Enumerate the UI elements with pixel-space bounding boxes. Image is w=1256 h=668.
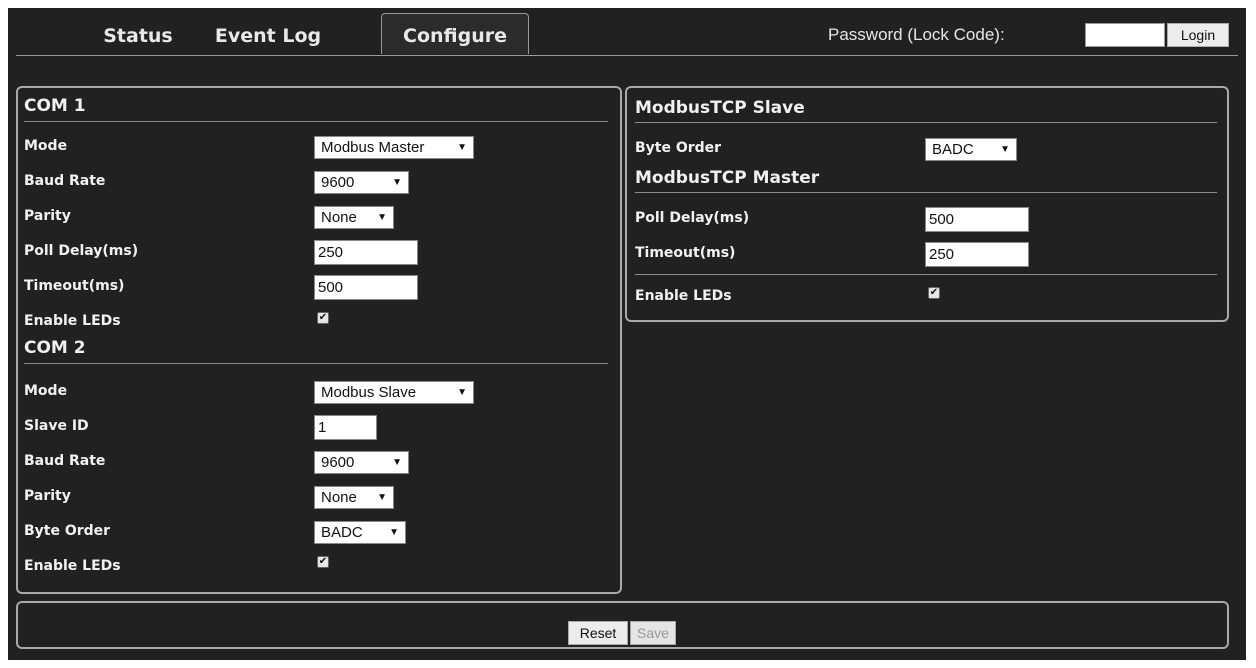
com1-timeout-input[interactable]: 500 [314,275,418,300]
com2-byte-order-label: Byte Order [24,523,111,539]
tcp-master-title: ModbusTCP Master [635,168,820,188]
app-window: Status Event Log Configure Password (Loc… [8,8,1246,660]
dropdown-arrow-icon: ▼ [377,492,387,503]
com2-byte-order-value: BADC [321,524,363,541]
tcp-master-timeout-label: Timeout(ms) [635,245,736,261]
reset-button[interactable]: Reset [568,621,628,645]
password-input[interactable] [1085,23,1165,47]
dropdown-arrow-icon: ▼ [377,212,387,223]
com2-title: COM 2 [24,338,86,358]
com1-enable-leds-label: Enable LEDs [24,313,121,329]
com1-parity-value: None [321,209,357,226]
tab-configure[interactable]: Configure [381,13,529,54]
tcp-slave-byte-order-value: BADC [932,141,974,158]
com1-title: COM 1 [24,96,86,116]
tcp-enable-leds-label: Enable LEDs [635,288,732,304]
com2-parity-label: Parity [24,488,71,504]
dropdown-arrow-icon: ▼ [457,142,467,153]
com1-baud-select[interactable]: 9600 ▼ [314,171,409,194]
checkmark-icon: ✔ [318,312,328,323]
tcp-master-divider [635,192,1217,193]
com2-baud-value: 9600 [321,454,355,471]
com1-mode-select[interactable]: Modbus Master ▼ [314,136,474,159]
dropdown-arrow-icon: ▼ [457,387,467,398]
com1-mode-value: Modbus Master [321,139,425,156]
com1-parity-select[interactable]: None ▼ [314,206,394,229]
com2-parity-select[interactable]: None ▼ [314,486,394,509]
com1-enable-leds-checkbox[interactable]: ✔ [317,312,329,324]
save-button[interactable]: Save [630,621,676,645]
tcp-master-poll-delay-input[interactable]: 500 [925,207,1029,232]
com1-poll-delay-input[interactable]: 250 [314,240,418,265]
dropdown-arrow-icon: ▼ [392,457,402,468]
dropdown-arrow-icon: ▼ [389,527,399,538]
tcp-master-timeout-input[interactable]: 250 [925,242,1029,267]
tcp-leds-divider [635,274,1217,275]
tab-status[interactable]: Status [78,16,198,56]
com2-divider [24,363,608,364]
com2-slave-id-label: Slave ID [24,418,89,434]
checkmark-icon: ✔ [318,556,328,567]
tcp-slave-byte-order-label: Byte Order [635,140,722,156]
tcp-slave-divider [635,122,1217,123]
com1-parity-label: Parity [24,208,71,224]
action-bar: Reset Save [16,601,1229,649]
tcp-slave-title: ModbusTCP Slave [635,98,805,118]
com1-mode-label: Mode [24,138,68,154]
dropdown-arrow-icon: ▼ [392,177,402,188]
com2-enable-leds-checkbox[interactable]: ✔ [317,556,329,568]
com-ports-panel: COM 1 Mode Modbus Master ▼ Baud Rate 960… [16,86,622,594]
com1-baud-label: Baud Rate [24,173,106,189]
com2-mode-select[interactable]: Modbus Slave ▼ [314,381,474,404]
dropdown-arrow-icon: ▼ [1000,144,1010,155]
tabs-divider [16,55,1238,56]
modbustcp-panel: ModbusTCP Slave Byte Order BADC ▼ Modbus… [625,86,1229,322]
login-button[interactable]: Login [1167,23,1229,47]
tcp-enable-leds-checkbox[interactable]: ✔ [928,287,940,299]
com2-byte-order-select[interactable]: BADC ▼ [314,521,406,544]
com1-poll-delay-label: Poll Delay(ms) [24,243,139,259]
com2-parity-value: None [321,489,357,506]
tab-event-log[interactable]: Event Log [198,16,338,56]
com1-divider [24,121,608,122]
com2-enable-leds-label: Enable LEDs [24,558,121,574]
tcp-master-poll-delay-label: Poll Delay(ms) [635,210,750,226]
password-label: Password (Lock Code): [828,25,1005,44]
com2-mode-value: Modbus Slave [321,384,417,401]
com2-mode-label: Mode [24,383,68,399]
com1-timeout-label: Timeout(ms) [24,278,125,294]
tcp-slave-byte-order-select[interactable]: BADC ▼ [925,138,1017,161]
com2-baud-select[interactable]: 9600 ▼ [314,451,409,474]
com2-baud-label: Baud Rate [24,453,106,469]
checkmark-icon: ✔ [929,287,939,298]
com2-slave-id-input[interactable]: 1 [314,415,377,440]
com1-baud-value: 9600 [321,174,355,191]
